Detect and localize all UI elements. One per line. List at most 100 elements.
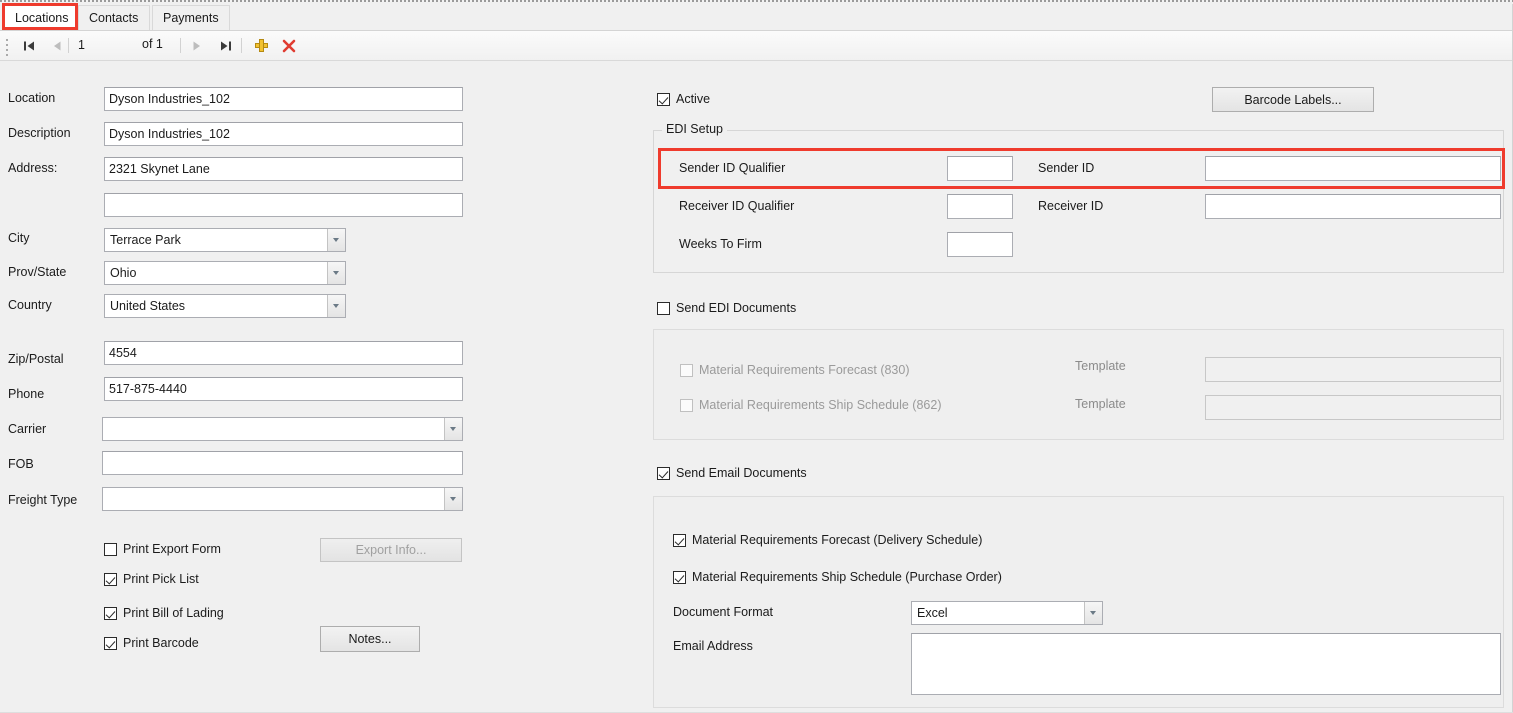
next-record-icon[interactable] — [186, 35, 208, 56]
phone-input[interactable] — [104, 377, 463, 401]
freight-type-label: Freight Type — [8, 493, 78, 507]
location-input[interactable] — [104, 87, 463, 111]
checkbox-box — [657, 301, 670, 315]
chevron-down-icon[interactable] — [444, 418, 462, 440]
weeks-to-firm-input[interactable] — [947, 232, 1013, 257]
edi-forecast-830-checkbox[interactable]: Material Requirements Forecast (830) — [680, 363, 910, 377]
edi-forecast-830-label: Material Requirements Forecast (830) — [699, 363, 910, 377]
chevron-down-icon[interactable] — [327, 295, 345, 317]
sender-id-qualifier-input[interactable] — [947, 156, 1013, 181]
country-value: United States — [110, 299, 186, 313]
tab-contacts[interactable]: Contacts — [78, 5, 150, 30]
description-label: Description — [8, 126, 71, 140]
record-count-label: of 1 — [142, 37, 163, 51]
toolbar-separator-2 — [180, 38, 181, 53]
prov-state-label: Prov/State — [8, 265, 67, 279]
phone-label: Phone — [8, 387, 45, 401]
notes-button-label: Notes... — [348, 632, 392, 646]
tab-contacts-label: Contacts — [89, 11, 139, 25]
fob-label: FOB — [8, 457, 34, 471]
country-combobox[interactable]: United States — [104, 294, 346, 318]
address-line2-input[interactable] — [104, 193, 463, 217]
chevron-down-icon[interactable] — [327, 262, 345, 284]
email-forecast-delivery-schedule-label: Material Requirements Forecast (Delivery… — [692, 533, 983, 547]
tab-strip: Locations Contacts Payments — [0, 4, 1513, 31]
print-barcode-checkbox[interactable]: Print Barcode — [104, 636, 199, 650]
tab-payments[interactable]: Payments — [152, 5, 230, 30]
sender-id-label: Sender ID — [1038, 161, 1095, 175]
carrier-combobox[interactable] — [102, 417, 463, 441]
locations-form-window: Locations Contacts Payments of 1 — [0, 0, 1513, 713]
sender-id-input[interactable] — [1205, 156, 1501, 181]
address-line1-input[interactable] — [104, 157, 463, 181]
toolbar-grip-icon[interactable] — [6, 39, 9, 56]
chevron-down-icon[interactable] — [327, 229, 345, 251]
delete-record-icon[interactable] — [278, 35, 300, 56]
active-checkbox[interactable]: Active — [657, 92, 710, 106]
print-export-form-checkbox[interactable]: Print Export Form — [104, 542, 221, 556]
city-value: Terrace Park — [110, 233, 181, 247]
edi-forecast-template-label: Template — [1075, 359, 1126, 373]
checkbox-box — [657, 466, 670, 480]
edi-forecast-template-input[interactable] — [1205, 357, 1501, 382]
edi-ship-schedule-template-input[interactable] — [1205, 395, 1501, 420]
city-combobox[interactable]: Terrace Park — [104, 228, 346, 252]
weeks-to-firm-label: Weeks To Firm — [679, 237, 762, 251]
location-label: Location — [8, 91, 56, 105]
print-bill-of-lading-checkbox[interactable]: Print Bill of Lading — [104, 606, 224, 620]
first-record-icon[interactable] — [18, 35, 40, 56]
email-ship-schedule-purchase-order-label: Material Requirements Ship Schedule (Pur… — [692, 570, 1002, 584]
tab-locations-label: Locations — [15, 11, 69, 25]
email-forecast-delivery-schedule-checkbox[interactable]: Material Requirements Forecast (Delivery… — [673, 533, 982, 547]
last-record-icon[interactable] — [214, 35, 236, 56]
email-ship-schedule-purchase-order-checkbox[interactable]: Material Requirements Ship Schedule (Pur… — [673, 570, 1002, 584]
receiver-id-qualifier-input[interactable] — [947, 194, 1013, 219]
chevron-down-icon[interactable] — [444, 488, 462, 510]
checkbox-box — [673, 533, 686, 547]
document-format-value: Excel — [917, 606, 948, 620]
edi-documents-panel — [653, 329, 1504, 440]
notes-button[interactable]: Notes... — [320, 626, 420, 652]
zip-postal-label: Zip/Postal — [8, 352, 64, 366]
toolbar-separator — [68, 38, 69, 53]
print-pick-list-checkbox[interactable]: Print Pick List — [104, 572, 199, 586]
checkbox-box — [680, 398, 693, 412]
document-format-combobox[interactable]: Excel — [911, 601, 1103, 625]
barcode-labels-button[interactable]: Barcode Labels... — [1212, 87, 1374, 112]
send-email-documents-label: Send Email Documents — [676, 466, 807, 480]
checkbox-box — [104, 542, 117, 556]
checkbox-box — [104, 606, 117, 620]
active-label: Active — [676, 92, 711, 106]
current-record-input[interactable] — [78, 36, 138, 55]
previous-record-icon[interactable] — [46, 35, 68, 56]
email-address-label: Email Address — [673, 639, 753, 653]
checkbox-box — [104, 572, 117, 586]
checkbox-box — [680, 363, 693, 377]
document-format-label: Document Format — [673, 605, 774, 619]
city-label: City — [8, 231, 30, 245]
checkbox-box — [104, 636, 117, 650]
print-barcode-label: Print Barcode — [123, 636, 199, 650]
description-input[interactable] — [104, 122, 463, 146]
fob-input[interactable] — [102, 451, 463, 475]
freight-type-combobox[interactable] — [102, 487, 463, 511]
edi-ship-schedule-862-checkbox[interactable]: Material Requirements Ship Schedule (862… — [680, 398, 942, 412]
edi-ship-schedule-template-label: Template — [1075, 397, 1126, 411]
address-label: Address: — [8, 161, 58, 175]
send-edi-documents-checkbox[interactable]: Send EDI Documents — [657, 301, 796, 315]
receiver-id-label: Receiver ID — [1038, 199, 1104, 213]
edi-setup-title: EDI Setup — [662, 122, 727, 137]
tab-locations[interactable]: Locations — [4, 5, 76, 30]
prov-state-combobox[interactable]: Ohio — [104, 261, 346, 285]
zip-postal-input[interactable] — [104, 341, 463, 365]
receiver-id-qualifier-label: Receiver ID Qualifier — [679, 199, 795, 213]
chevron-down-icon[interactable] — [1084, 602, 1102, 624]
checkbox-box — [657, 92, 670, 106]
receiver-id-input[interactable] — [1205, 194, 1501, 219]
tab-payments-label: Payments — [163, 11, 219, 25]
email-address-input[interactable] — [911, 633, 1501, 695]
export-info-button[interactable]: Export Info... — [320, 538, 462, 562]
add-record-icon[interactable] — [250, 35, 272, 56]
sender-id-qualifier-label: Sender ID Qualifier — [679, 161, 786, 175]
send-email-documents-checkbox[interactable]: Send Email Documents — [657, 466, 807, 480]
